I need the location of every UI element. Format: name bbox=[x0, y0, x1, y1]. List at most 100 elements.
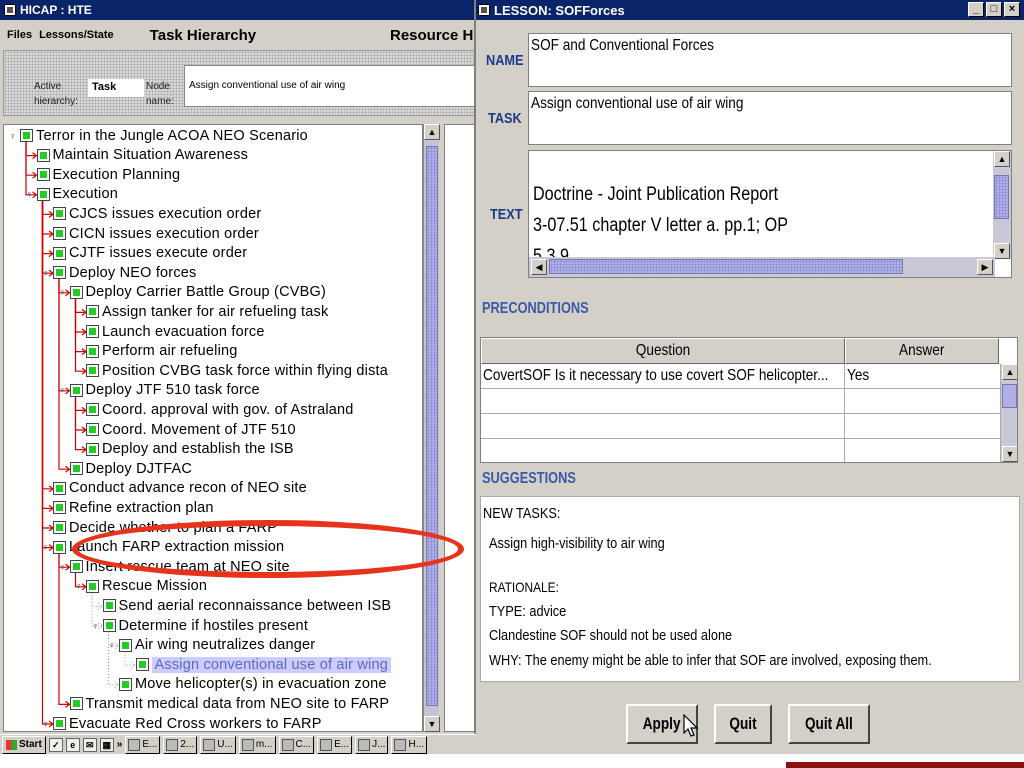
tree-node[interactable]: Transmit medical data from NEO site to F… bbox=[58, 694, 390, 713]
tree-node[interactable]: Maintain Situation Awareness bbox=[25, 146, 249, 165]
taskbar-item[interactable]: m... bbox=[238, 735, 276, 754]
text-horizontal-scrollbar[interactable]: ◀ ▶ bbox=[529, 257, 995, 277]
scroll-up-icon[interactable]: ▲ bbox=[424, 124, 440, 140]
quit-button[interactable]: Quit bbox=[714, 704, 772, 744]
expand-pin-icon[interactable]: ♀ bbox=[58, 287, 68, 297]
expand-pin-icon[interactable]: ♀ bbox=[41, 719, 51, 729]
table-cell-answer[interactable] bbox=[845, 439, 1001, 462]
column-header-question[interactable]: Question bbox=[481, 338, 845, 364]
scroll-down-icon[interactable]: ▼ bbox=[1002, 446, 1017, 462]
tree-node[interactable]: CJCS issues execution order bbox=[41, 204, 261, 223]
quit-all-button[interactable]: Quit All bbox=[788, 704, 870, 744]
tree-node[interactable]: ♀ Deploy Carrier Battle Group (CVBG) bbox=[58, 283, 327, 302]
hicap-title: HICAP : HTE bbox=[20, 3, 92, 17]
tree-node[interactable]: CICN issues execution order bbox=[41, 224, 259, 243]
expand-pin-icon[interactable]: ♀ bbox=[58, 385, 68, 395]
task-field[interactable]: Assign conventional use of air wing bbox=[528, 91, 1012, 145]
tree-node[interactable]: ♀ Deploy NEO forces bbox=[41, 263, 197, 282]
expand-pin-icon[interactable]: ♀ bbox=[107, 640, 117, 650]
tree-node[interactable]: Deploy DJTFAC bbox=[58, 459, 193, 478]
maximize-icon[interactable]: □ bbox=[986, 2, 1002, 17]
table-cell-question[interactable] bbox=[481, 389, 845, 414]
tree-node[interactable]: Deploy and establish the ISB bbox=[74, 440, 294, 459]
lesson-title-bar[interactable]: LESSON: SOFForces _ □ × bbox=[476, 0, 1024, 20]
tree-node[interactable]: Launch evacuation force bbox=[74, 322, 265, 341]
tree-node[interactable]: ♀ Rescue Mission bbox=[74, 577, 207, 596]
quicklaunch-icon[interactable]: ✓ bbox=[48, 737, 63, 752]
expand-pin-icon[interactable]: ♀ bbox=[41, 542, 51, 552]
taskbar-item[interactable]: U... bbox=[200, 735, 236, 754]
tree-node[interactable]: ♀ Evacuate Red Cross workers to FARP bbox=[41, 714, 322, 732]
name-label: NAME bbox=[486, 52, 524, 69]
table-scroll-thumb[interactable] bbox=[1002, 384, 1017, 408]
scroll-left-icon[interactable]: ◀ bbox=[531, 259, 547, 275]
expand-pin-icon[interactable]: ♀ bbox=[91, 621, 101, 631]
taskbar-item[interactable]: C... bbox=[278, 735, 315, 754]
tree-node[interactable]: Execution Planning bbox=[25, 165, 181, 184]
app-quicklaunch-icon[interactable]: ▦ bbox=[99, 737, 114, 752]
text-vertical-scrollbar[interactable]: ▲ ▼ bbox=[993, 151, 1011, 259]
expand-pin-icon[interactable]: ♀ bbox=[58, 562, 68, 572]
text-area[interactable]: Doctrine - Joint Publication Report 3-07… bbox=[528, 150, 1012, 278]
window-icon bbox=[241, 738, 254, 751]
name-field[interactable]: SOF and Conventional Forces bbox=[528, 33, 1012, 87]
resource-hierarchy-panel[interactable] bbox=[444, 124, 474, 732]
task-label: TASK bbox=[488, 110, 522, 127]
table-cell-answer[interactable]: Yes bbox=[845, 364, 1001, 389]
tree-node[interactable]: Send aerial reconnaissance between ISB bbox=[91, 596, 392, 615]
table-cell-question[interactable] bbox=[481, 414, 845, 439]
taskbar-item[interactable]: E... bbox=[317, 735, 353, 754]
start-button[interactable]: Start bbox=[2, 735, 46, 754]
close-icon[interactable]: × bbox=[1004, 2, 1020, 17]
text-hscroll-thumb[interactable] bbox=[549, 259, 903, 274]
table-cell-answer[interactable] bbox=[845, 389, 1001, 414]
tree-node[interactable]: Assign conventional use of air wing bbox=[124, 655, 391, 674]
expand-pin-icon[interactable]: ♀ bbox=[74, 581, 84, 591]
tree-node[interactable]: Refine extraction plan bbox=[41, 498, 214, 517]
node-name-field[interactable]: Assign conventional use of air wing bbox=[184, 65, 474, 107]
tree-node[interactable]: ♀ Deploy JTF 510 task force bbox=[58, 381, 260, 400]
tree-scrollbar[interactable]: ▲ ▼ bbox=[423, 124, 440, 732]
table-cell-question[interactable] bbox=[481, 439, 845, 462]
tree-node[interactable]: Coord. approval with gov. of Astraland bbox=[74, 400, 354, 419]
tree-node[interactable]: ♀ Determine if hostiles present bbox=[91, 616, 309, 635]
menu-lessons-state[interactable]: Lessons/State bbox=[39, 29, 114, 41]
active-hierarchy-value[interactable]: Task bbox=[88, 79, 144, 97]
tree-node[interactable]: Move helicopter(s) in evacuation zone bbox=[107, 675, 387, 694]
node-status-icon bbox=[53, 501, 66, 515]
table-scrollbar[interactable]: ▲ ▼ bbox=[1001, 364, 1017, 462]
table-cell-answer[interactable] bbox=[845, 414, 1001, 439]
minimize-icon[interactable]: _ bbox=[968, 2, 984, 17]
tree-node[interactable]: ♀ Air wing neutralizes danger bbox=[107, 636, 316, 655]
expand-pin-icon[interactable]: ♀ bbox=[41, 268, 51, 278]
hicap-title-bar[interactable]: HICAP : HTE bbox=[0, 0, 474, 20]
scroll-up-icon[interactable]: ▲ bbox=[1002, 364, 1017, 380]
table-cell-question[interactable]: CovertSOF Is it necessary to use covert … bbox=[481, 364, 845, 389]
scroll-right-icon[interactable]: ▶ bbox=[977, 259, 993, 275]
tree-scroll-thumb[interactable] bbox=[426, 146, 438, 706]
scroll-up-icon[interactable]: ▲ bbox=[994, 151, 1010, 167]
taskbar-item[interactable]: J... bbox=[355, 735, 389, 754]
tree-node[interactable]: CJTF issues execute order bbox=[41, 244, 247, 263]
column-header-answer[interactable]: Answer bbox=[845, 338, 999, 364]
scroll-down-icon[interactable]: ▼ bbox=[994, 243, 1010, 259]
tree-node[interactable]: Position CVBG task force within flying d… bbox=[74, 361, 388, 380]
tree-node[interactable]: ♀ Execution bbox=[25, 185, 118, 204]
new-task-suggestion[interactable]: Assign high-visibility to air wing bbox=[489, 535, 665, 552]
menu-files[interactable]: Files bbox=[7, 29, 32, 41]
taskbar-item[interactable]: H... bbox=[391, 735, 427, 754]
tree-node[interactable]: Perform air refueling bbox=[74, 342, 238, 361]
expand-pin-icon[interactable]: ♀ bbox=[25, 189, 35, 199]
tree-node[interactable]: ♀ Terror in the Jungle ACOA NEO Scenario bbox=[8, 126, 308, 145]
browser-icon[interactable]: e bbox=[65, 737, 80, 752]
scroll-down-icon[interactable]: ▼ bbox=[424, 716, 440, 732]
tree-node[interactable]: Assign tanker for air refueling task bbox=[74, 302, 328, 321]
task-tree[interactable]: ♀ Terror in the Jungle ACOA NEO Scenario M… bbox=[3, 124, 423, 732]
expand-pin-icon[interactable]: ♀ bbox=[8, 131, 18, 141]
taskbar-item[interactable]: 2... bbox=[163, 735, 198, 754]
text-scroll-thumb[interactable] bbox=[994, 175, 1009, 219]
tree-node[interactable]: Conduct advance recon of NEO site bbox=[41, 479, 307, 498]
outlook-icon[interactable]: ✉ bbox=[82, 737, 97, 752]
tree-node[interactable]: Coord. Movement of JTF 510 bbox=[74, 420, 296, 439]
taskbar-item[interactable]: E... bbox=[125, 735, 161, 754]
